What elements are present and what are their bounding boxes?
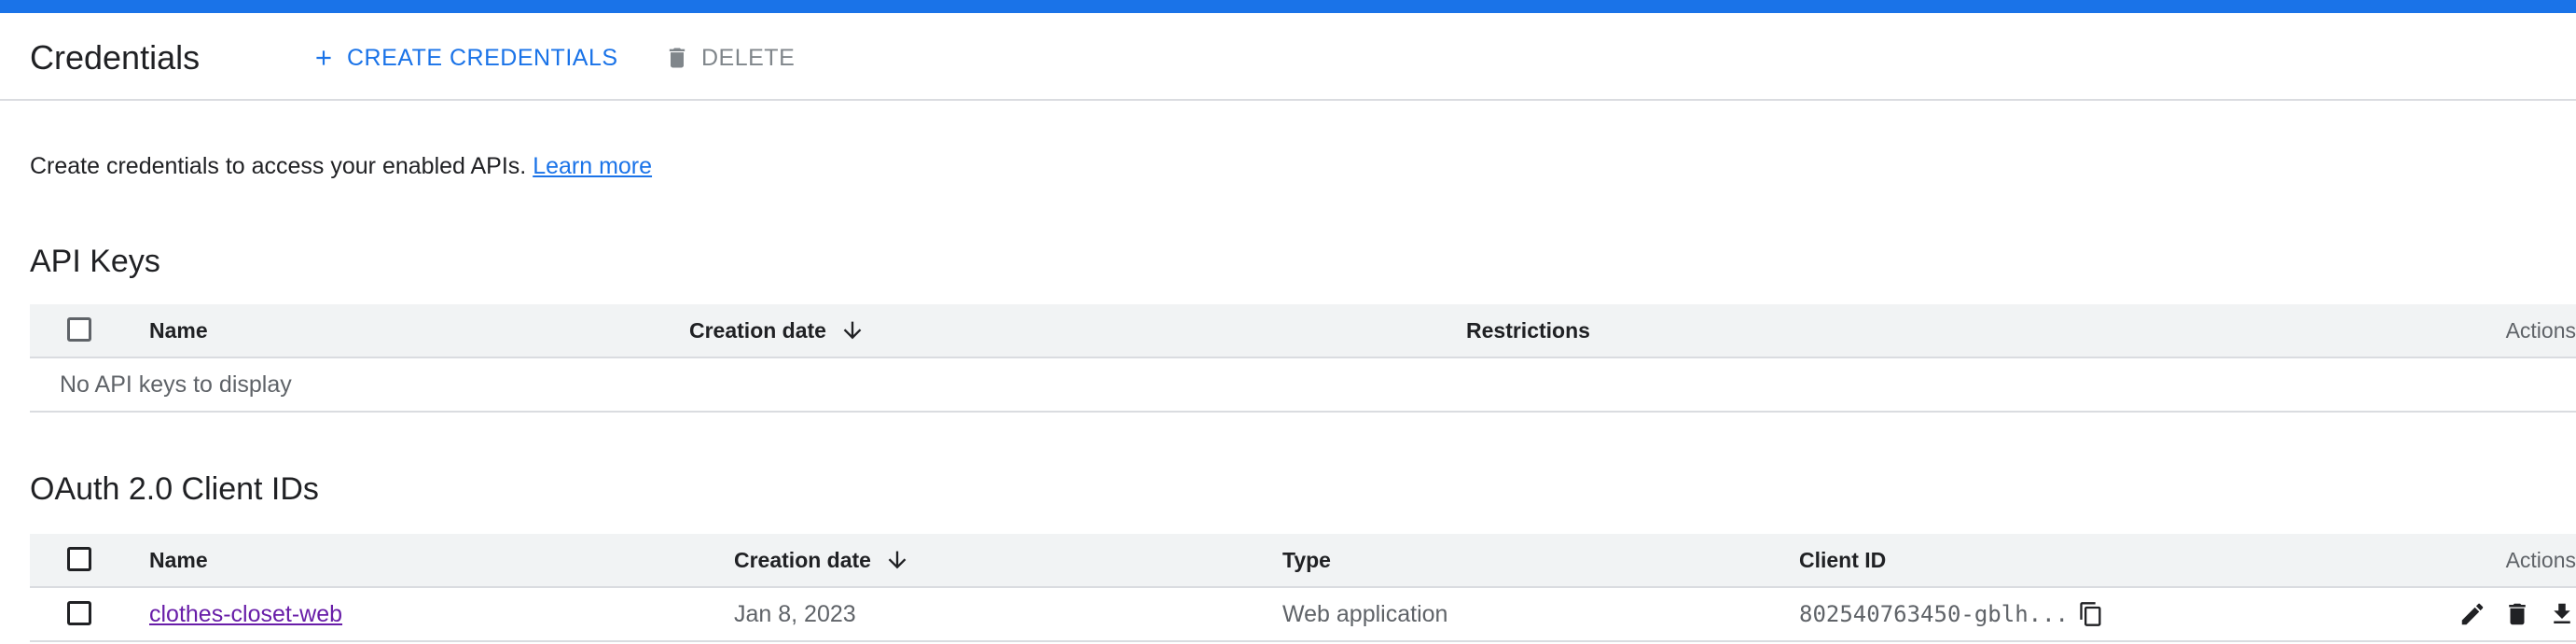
select-all-oauth-checkbox[interactable] <box>67 547 91 571</box>
row-actions <box>2458 588 2576 640</box>
column-creation-date-label: Creation date <box>689 317 826 343</box>
client-id-value: 802540763450-gblh... <box>1799 601 2069 627</box>
oauth-table-header: Name Creation date Type Client ID Action… <box>30 534 2576 588</box>
column-creation-date[interactable]: Creation date <box>689 304 866 357</box>
column-creation-date-label: Creation date <box>734 547 871 572</box>
trash-icon <box>669 48 686 68</box>
client-name-link[interactable]: clothes-closet-web <box>149 601 342 628</box>
empty-row: No API keys to display <box>30 358 2576 413</box>
column-actions: Actions <box>2505 547 2576 572</box>
oauth-table: Name Creation date Type Client ID Action… <box>30 534 2576 644</box>
type-cell: Web application <box>1282 600 1448 627</box>
pencil-icon[interactable] <box>2458 600 2486 628</box>
column-creation-date[interactable]: Creation date <box>734 534 910 586</box>
intro-description: Create credentials to access your enable… <box>30 153 533 179</box>
create-credentials-label: CREATE CREDENTIALS <box>347 44 618 71</box>
empty-message: No API keys to display <box>60 371 292 398</box>
plus-icon <box>316 50 331 65</box>
select-all-api-keys-checkbox[interactable] <box>67 317 91 342</box>
creation-date-cell: Jan 8, 2023 <box>734 600 856 627</box>
delete-label: DELETE <box>701 44 796 71</box>
column-name[interactable]: Name <box>149 534 208 586</box>
api-keys-table-header: Name Creation date Restrictions Actions <box>30 304 2576 358</box>
page-header: Credentials CREATE CREDENTIALS DELETE <box>0 13 2576 101</box>
row-checkbox[interactable] <box>67 601 91 625</box>
column-client-id: Client ID <box>1799 547 1887 572</box>
arrow-down-icon <box>884 547 910 573</box>
client-id-cell: 802540763450-gblh... <box>1799 588 2104 640</box>
api-keys-table: Name Creation date Restrictions Actions … <box>30 304 2576 414</box>
copy-icon[interactable] <box>2078 601 2104 627</box>
api-keys-title: API Keys <box>30 244 160 279</box>
column-actions: Actions <box>2505 317 2576 343</box>
download-icon[interactable] <box>2548 600 2576 628</box>
intro-text: Create credentials to access your enable… <box>30 149 652 183</box>
trash-icon[interactable] <box>2503 600 2531 628</box>
create-credentials-button[interactable]: CREATE CREDENTIALS <box>312 37 618 78</box>
delete-button[interactable]: DELETE <box>664 37 795 78</box>
oauth-title: OAuth 2.0 Client IDs <box>30 471 319 507</box>
page-title: Credentials <box>30 38 201 77</box>
learn-more-link[interactable]: Learn more <box>533 153 652 179</box>
top-accent-bar <box>0 0 2576 13</box>
column-restrictions: Restrictions <box>1466 317 1590 343</box>
column-type[interactable]: Type <box>1282 534 1331 586</box>
arrow-down-icon <box>839 317 866 343</box>
column-name[interactable]: Name <box>149 304 208 357</box>
table-row[interactable]: clothes-closet-web Jan 8, 2023 Web appli… <box>30 588 2576 642</box>
